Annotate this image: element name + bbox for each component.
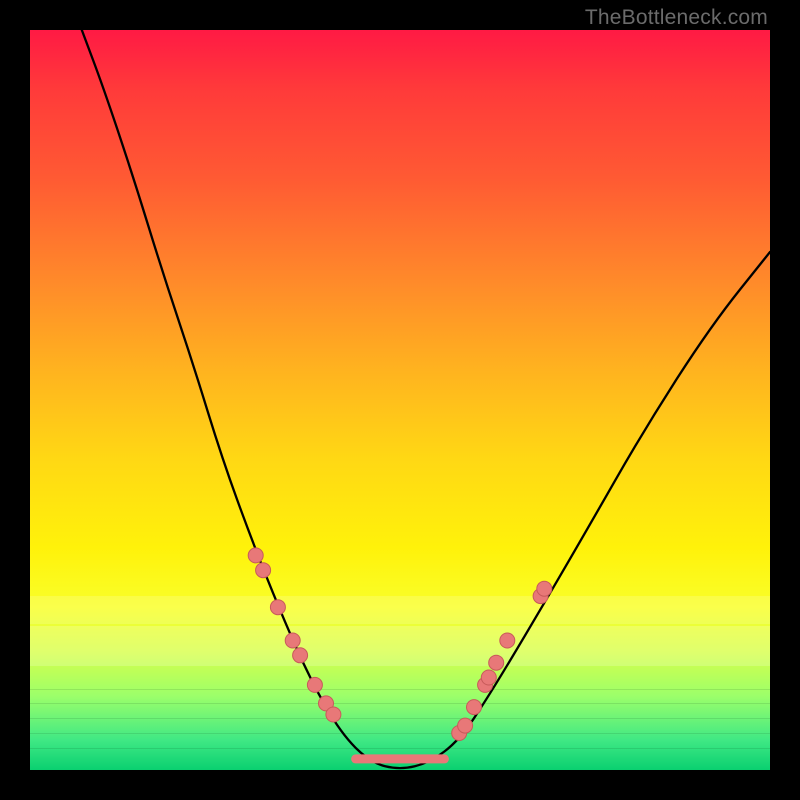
curve-marker <box>489 655 504 670</box>
chart-svg <box>30 30 770 770</box>
curve-marker <box>481 670 496 685</box>
curve-marker <box>256 563 271 578</box>
chart-frame: TheBottleneck.com <box>0 0 800 800</box>
curve-marker <box>285 633 300 648</box>
curve-marker <box>248 548 263 563</box>
attribution-text: TheBottleneck.com <box>585 6 768 30</box>
bottleneck-curve <box>82 30 770 768</box>
curve-marker <box>467 700 482 715</box>
curve-marker <box>270 600 285 615</box>
curve-marker <box>293 648 308 663</box>
curve-marker <box>458 718 473 733</box>
curve-marker <box>326 707 341 722</box>
curve-marker <box>537 581 552 596</box>
plot-area <box>30 30 770 770</box>
marker-group <box>248 548 552 741</box>
curve-marker <box>500 633 515 648</box>
curve-marker <box>307 677 322 692</box>
